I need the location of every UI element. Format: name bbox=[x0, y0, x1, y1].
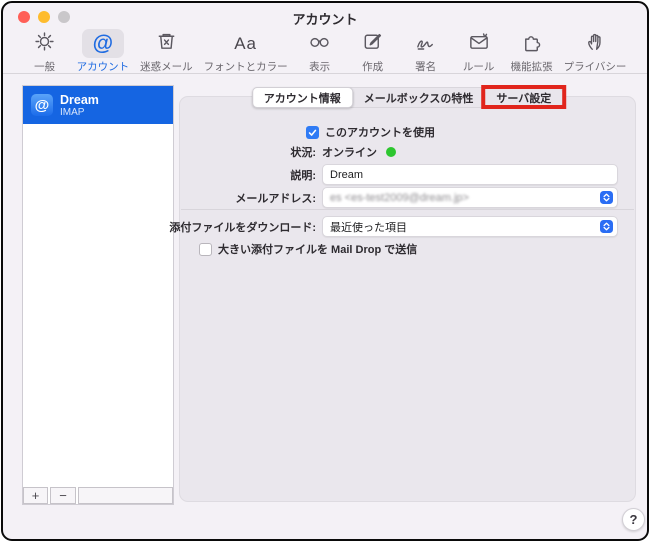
description-label: 説明: bbox=[290, 169, 316, 182]
preferences-window: アカウント 一般 @ アカウント 迷惑メール Aa フォントとカラー 表示 作成… bbox=[1, 1, 649, 541]
toolbar-label: 署名 bbox=[415, 61, 437, 73]
add-account-button[interactable]: + bbox=[23, 487, 48, 504]
maildrop-label: 大きい添付ファイルを Mail Drop で送信 bbox=[218, 244, 418, 256]
envelope-icon bbox=[467, 30, 491, 58]
account-name: Dream bbox=[60, 92, 99, 107]
toolbar-label: プライバシー bbox=[563, 61, 627, 73]
toolbar-label: 表示 bbox=[309, 61, 331, 73]
use-account-label: このアカウントを使用 bbox=[325, 127, 435, 139]
attachments-row: 添付ファイルをダウンロード: 最近使った項目 bbox=[169, 216, 635, 237]
toolbar-item-rules[interactable]: ルール bbox=[458, 29, 500, 74]
glasses-icon bbox=[307, 30, 332, 58]
toolbar-label: アカウント bbox=[76, 61, 130, 73]
toolbar-item-viewing[interactable]: 表示 bbox=[299, 29, 341, 74]
section-divider bbox=[181, 209, 634, 210]
sidebar-button-bar: + − bbox=[23, 487, 173, 504]
tab-server-settings-label: サーバ設定 bbox=[496, 92, 552, 105]
puzzle-icon bbox=[520, 30, 544, 58]
sidebar-bar-filler bbox=[78, 487, 173, 504]
attachments-label: 添付ファイルをダウンロード: bbox=[169, 221, 316, 234]
status-label: 状況: bbox=[290, 147, 316, 159]
account-tabs: アカウント情報 メールボックスの特性 サーバ設定 bbox=[251, 85, 567, 109]
account-list-item[interactable]: @ Dream IMAP bbox=[23, 86, 173, 124]
attachments-value: 最近使った項目 bbox=[330, 221, 407, 234]
accounts-sidebar: @ Dream IMAP + − bbox=[22, 85, 174, 505]
toolbar-label: 機能拡張 bbox=[510, 61, 553, 73]
status-row: 状況: オンライン bbox=[180, 144, 635, 160]
toolbar-item-junk[interactable]: 迷惑メール bbox=[140, 29, 193, 74]
toolbar-label: 迷惑メール bbox=[140, 61, 193, 73]
toolbar-label: 作成 bbox=[362, 61, 384, 73]
toolbar-label: フォントとカラー bbox=[203, 61, 288, 73]
at-icon: @ bbox=[92, 32, 114, 55]
email-address-select[interactable]: es <es-test2009@dream.jp> bbox=[322, 187, 618, 208]
account-at-icon: @ bbox=[31, 94, 53, 116]
toolbar-item-accounts[interactable]: @ アカウント bbox=[76, 29, 130, 74]
hand-icon bbox=[584, 30, 606, 58]
tab-mailbox-behaviors[interactable]: メールボックスの特性 bbox=[353, 88, 485, 107]
account-settings-panel: アカウント情報 メールボックスの特性 サーバ設定 このアカウントを使用 状況: … bbox=[169, 85, 636, 502]
tab-server-settings[interactable]: サーバ設定 bbox=[481, 85, 567, 109]
title-bar: アカウント bbox=[3, 3, 647, 29]
tab-account-info[interactable]: アカウント情報 bbox=[251, 87, 353, 108]
toolbar-label: 一般 bbox=[34, 61, 56, 73]
status-value: オンライン bbox=[322, 147, 377, 159]
compose-icon bbox=[361, 30, 384, 58]
toolbar-item-fonts[interactable]: Aa フォントとカラー bbox=[204, 29, 288, 74]
window-title: アカウント bbox=[292, 12, 358, 27]
use-account-checkbox[interactable] bbox=[306, 125, 319, 139]
description-value: Dream bbox=[330, 168, 364, 181]
use-account-row: このアカウントを使用 bbox=[180, 124, 635, 140]
popup-stepper-icon bbox=[600, 191, 613, 204]
account-type: IMAP bbox=[60, 106, 85, 118]
gear-icon bbox=[33, 30, 56, 58]
popup-stepper-icon bbox=[600, 220, 613, 233]
attachments-select[interactable]: 最近使った項目 bbox=[322, 216, 618, 237]
email-label: メールアドレス: bbox=[235, 192, 316, 205]
maildrop-row: 大きい添付ファイルを Mail Drop で送信 bbox=[180, 241, 635, 257]
toolbar-item-composing[interactable]: 作成 bbox=[352, 29, 394, 74]
email-value-redacted: es <es-test2009@dream.jp> bbox=[330, 191, 469, 204]
trash-x-icon bbox=[155, 30, 178, 58]
email-row: メールアドレス: es <es-test2009@dream.jp> bbox=[180, 187, 635, 208]
toolbar-item-general[interactable]: 一般 bbox=[24, 29, 66, 74]
preferences-toolbar: 一般 @ アカウント 迷惑メール Aa フォントとカラー 表示 作成 署名 ルー… bbox=[3, 29, 647, 74]
help-button[interactable]: ? bbox=[622, 508, 645, 531]
toolbar-item-signatures[interactable]: 署名 bbox=[405, 29, 447, 74]
maildrop-checkbox[interactable] bbox=[199, 242, 212, 256]
checkmark-icon bbox=[307, 127, 318, 138]
Aa-icon: Aa bbox=[234, 34, 257, 53]
description-input[interactable]: Dream bbox=[322, 164, 618, 185]
remove-account-button[interactable]: − bbox=[50, 487, 76, 504]
description-row: 説明: Dream bbox=[180, 164, 635, 185]
signature-icon bbox=[414, 30, 438, 58]
toolbar-item-extensions[interactable]: 機能拡張 bbox=[511, 29, 553, 74]
online-status-icon bbox=[386, 147, 396, 157]
toolbar-label: ルール bbox=[462, 61, 495, 73]
toolbar-item-privacy[interactable]: プライバシー bbox=[563, 29, 627, 74]
